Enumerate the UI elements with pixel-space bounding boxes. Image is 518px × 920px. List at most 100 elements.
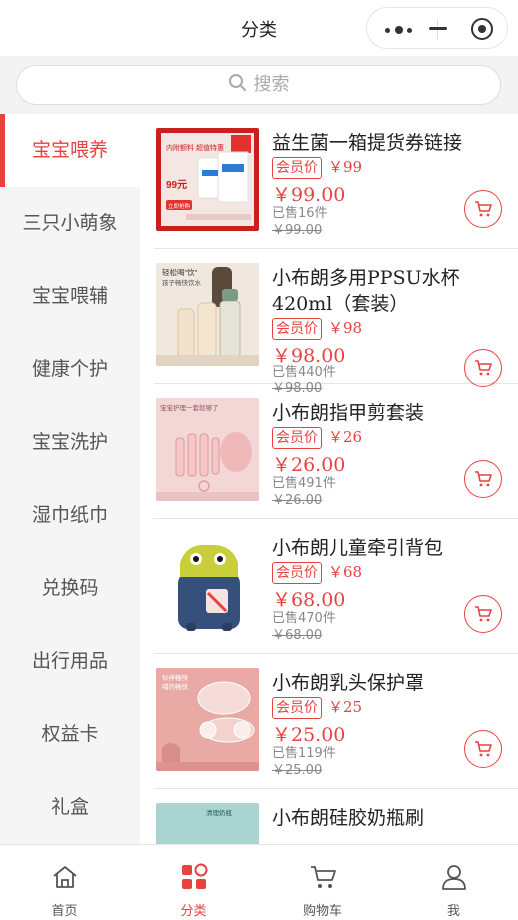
home-icon [52, 866, 77, 888]
product-image: 宝宝护理一套就够了 [156, 398, 259, 501]
product-list: 内附额料 超值特惠 99元 立即抢购 益生菌一箱提货券链接 会员价 ￥99 ￥99… [140, 114, 518, 844]
vip-price-row: 会员价 ￥25 [272, 696, 362, 719]
original-price: ￥26.00 [272, 493, 323, 508]
vip-price-row: 会员价 ￥26 [272, 426, 362, 449]
thumb-line1-text: 轻松喝"饮" [162, 267, 198, 277]
vip-badge: 会员价 [272, 697, 322, 719]
vip-price-row: 会员价 ￥99 [272, 156, 362, 179]
product-name: 小布朗多用PPSU水杯420ml（套装） [272, 267, 460, 315]
category-item-travel[interactable]: 出行用品 [0, 625, 140, 698]
product-name: 小布朗乳头保护罩 [272, 672, 425, 694]
add-to-cart-button[interactable] [464, 349, 502, 387]
product-item[interactable]: 小布朗儿童牵引背包 会员价 ￥68 ￥68.00 已售470件 ￥68.00 [154, 519, 518, 654]
add-to-cart-button[interactable] [464, 460, 502, 498]
category-label: 宝宝洗护 [31, 431, 108, 453]
product-image: 清理奶瓶 [156, 803, 259, 844]
add-to-cart-button[interactable] [464, 595, 502, 633]
category-label: 兑换码 [41, 577, 99, 599]
category-sidebar: 宝宝喂养 三只小萌象 宝宝喂辅 健康个护 宝宝洗护 湿巾纸巾 兑换码 出行用品 … [0, 114, 140, 844]
thumb-line2-text: 哺的畅快 [162, 682, 189, 691]
minimize-icon[interactable] [429, 27, 447, 30]
product-name: 小布朗儿童牵引背包 [272, 537, 444, 559]
tab-label: 首页 [51, 904, 78, 919]
thumb-tag-text: 立即抢购 [168, 202, 191, 210]
category-item-feeding[interactable]: 宝宝喂养 [0, 114, 140, 187]
vip-badge: 会员价 [272, 562, 322, 584]
product-item[interactable]: 伙伴畅快 哺的畅快 小布朗乳头保护罩 会员价 ￥25 ￥25.00 已售119件 … [154, 654, 518, 789]
vip-price: ￥26 [328, 428, 363, 446]
close-target-icon[interactable] [471, 18, 493, 40]
product-image [156, 533, 259, 636]
add-to-cart-button[interactable] [464, 190, 502, 228]
category-label: 湿巾纸巾 [31, 504, 108, 526]
category-item-complementary-feeding[interactable]: 宝宝喂辅 [0, 260, 140, 333]
thumb-line2-text: 孩子畅快饮水 [162, 278, 202, 287]
vip-price: ￥99 [328, 158, 363, 176]
vip-price: ￥25 [328, 698, 363, 716]
category-item-baby-wash[interactable]: 宝宝洗护 [0, 406, 140, 479]
category-label: 出行用品 [31, 650, 108, 672]
search-bar-area: 搜索 [0, 56, 518, 114]
vip-price: ￥98 [328, 319, 363, 337]
product-name: 益生菌一箱提货券链接 [272, 132, 463, 154]
category-item-membership-card[interactable]: 权益卡 [0, 698, 140, 771]
vip-price-row: 会员价 ￥68 [272, 561, 362, 584]
vip-price-row: 会员价 ￥98 [272, 317, 362, 340]
search-icon [228, 74, 246, 91]
product-item[interactable]: 清理奶瓶 小布朗硅胶奶瓶刷 [154, 789, 518, 844]
thumb-line1-text: 清理奶瓶 [206, 808, 233, 817]
category-item-three-elephants[interactable]: 三只小萌象 [0, 187, 140, 260]
navigation-bar: 分类 [0, 0, 518, 56]
tab-label: 分类 [180, 904, 207, 919]
tab-home[interactable]: 首页 [0, 845, 129, 920]
category-label: 宝宝喂辅 [31, 285, 108, 307]
search-input[interactable]: 搜索 [16, 65, 501, 105]
vip-price: ￥68 [328, 563, 363, 581]
tab-label: 我 [446, 904, 460, 919]
cart-icon [475, 471, 492, 487]
vip-badge: 会员价 [272, 157, 322, 179]
product-image: 内附额料 超值特惠 99元 立即抢购 [156, 128, 259, 231]
product-item[interactable]: 轻松喝"饮" 孩子畅快饮水 小布朗多用PPSU水杯420ml（套装） 会员价 ￥9… [154, 249, 518, 396]
category-label: 礼盒 [50, 796, 89, 818]
tab-category[interactable]: 分类 [129, 845, 258, 920]
cart-icon [475, 201, 492, 217]
search-placeholder: 搜索 [253, 74, 290, 95]
add-to-cart-button[interactable] [464, 730, 502, 768]
product-image: 伙伴畅快 哺的畅快 [156, 668, 259, 771]
category-item-redeem-code[interactable]: 兑换码 [0, 552, 140, 625]
category-item-health-care[interactable]: 健康个护 [0, 333, 140, 406]
tab-cart[interactable]: 购物车 [258, 845, 387, 920]
user-icon [441, 865, 466, 890]
category-label: 健康个护 [31, 358, 108, 380]
product-name: 小布朗指甲剪套装 [272, 402, 425, 424]
product-name: 小布朗硅胶奶瓶刷 [272, 807, 425, 829]
vip-badge: 会员价 [272, 427, 322, 449]
category-icon [181, 863, 207, 889]
thumb-line1-text: 宝宝护理一套就够了 [160, 403, 219, 412]
thumb-banner-text: 内附额料 超值特惠 [166, 143, 224, 152]
category-item-wipes-tissues[interactable]: 湿巾纸巾 [0, 479, 140, 552]
product-item[interactable]: 内附额料 超值特惠 99元 立即抢购 益生菌一箱提货券链接 会员价 ￥99 ￥99… [154, 114, 518, 249]
bottom-tab-bar: 首页 分类 购物车 我 [0, 844, 518, 920]
vip-badge: 会员价 [272, 318, 322, 340]
thumb-line1-text: 伙伴畅快 [162, 673, 189, 682]
cart-icon [310, 866, 336, 888]
tab-me[interactable]: 我 [389, 845, 518, 920]
original-price: ￥68.00 [272, 628, 323, 643]
original-price: ￥25.00 [272, 763, 323, 778]
category-label: 权益卡 [41, 723, 99, 745]
product-item[interactable]: 宝宝护理一套就够了 小布朗指甲剪套装 会员价 ￥26 ￥26.00 已售491件 … [154, 384, 518, 519]
category-label: 宝宝喂养 [31, 139, 108, 161]
cart-icon [475, 606, 492, 622]
tab-label: 购物车 [302, 904, 342, 919]
cart-icon [475, 741, 492, 757]
cart-icon [475, 360, 492, 376]
thumb-price-text: 99元 [166, 179, 187, 191]
mini-program-capsule [366, 7, 508, 49]
category-label: 三只小萌象 [22, 212, 118, 234]
category-item-gift-box[interactable]: 礼盒 [0, 771, 140, 844]
product-image: 轻松喝"饮" 孩子畅快饮水 [156, 263, 259, 366]
original-price: ￥99.00 [272, 223, 323, 238]
more-icon[interactable] [385, 26, 415, 34]
